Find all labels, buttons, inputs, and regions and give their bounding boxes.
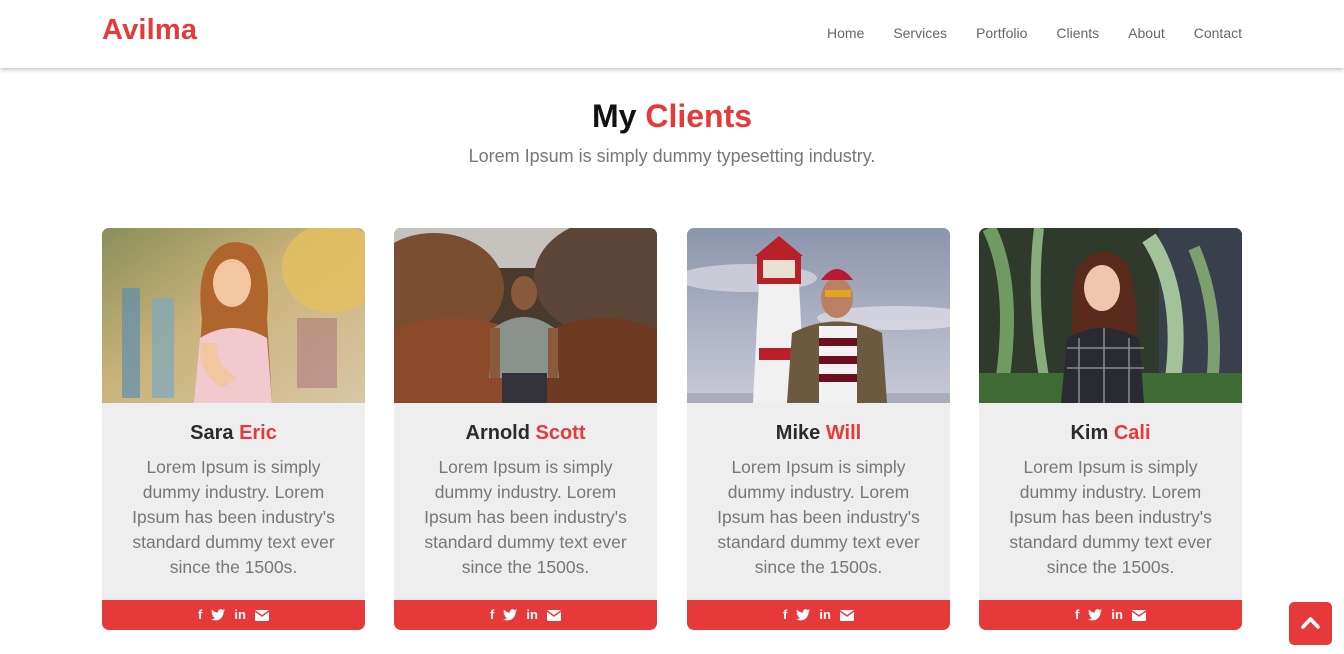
client-card: Arnold Scott Lorem Ipsum is simply dummy…	[394, 228, 657, 630]
client-card: Kim Cali Lorem Ipsum is simply dummy ind…	[979, 228, 1242, 630]
social-bar: f in	[979, 600, 1242, 630]
chevron-up-icon	[1301, 617, 1320, 629]
linkedin-icon[interactable]: in	[819, 608, 831, 622]
main-nav: Home Services Portfolio Clients About Co…	[798, 24, 1242, 42]
section-title: My Clients	[0, 96, 1344, 136]
facebook-icon[interactable]: f	[783, 608, 787, 622]
facebook-icon[interactable]: f	[490, 608, 494, 622]
nav-link-portfolio[interactable]: Portfolio	[976, 24, 1027, 42]
facebook-icon[interactable]: f	[1075, 608, 1079, 622]
linkedin-icon[interactable]: in	[526, 608, 538, 622]
navbar: Avilma Home Services Portfolio Clients A…	[0, 0, 1344, 68]
brand-logo[interactable]: Avilma	[102, 14, 197, 47]
nav-link-clients[interactable]: Clients	[1056, 24, 1099, 42]
client-card: Mike Will Lorem Ipsum is simply dummy in…	[687, 228, 950, 630]
client-first-name: Sara	[190, 422, 234, 444]
client-first-name: Arnold	[465, 422, 530, 444]
client-photo	[687, 228, 950, 403]
client-first-name: Kim	[1070, 422, 1109, 444]
client-card: Sara Eric Lorem Ipsum is simply dummy in…	[102, 228, 365, 630]
envelope-icon[interactable]	[1131, 608, 1146, 622]
nav-link-contact[interactable]: Contact	[1194, 24, 1242, 42]
client-description: Lorem Ipsum is simply dummy industry. Lo…	[1009, 457, 1212, 577]
nav-link-services[interactable]: Services	[893, 24, 947, 42]
client-description: Lorem Ipsum is simply dummy industry. Lo…	[424, 457, 627, 577]
client-name: Mike Will	[687, 421, 950, 445]
client-description: Lorem Ipsum is simply dummy industry. Lo…	[717, 457, 920, 577]
social-bar: f in	[394, 600, 657, 630]
client-description: Lorem Ipsum is simply dummy industry. Lo…	[132, 457, 335, 577]
linkedin-icon[interactable]: in	[234, 608, 246, 622]
twitter-icon[interactable]	[1088, 608, 1103, 622]
section-subtitle: Lorem Ipsum is simply dummy typesetting …	[468, 146, 876, 166]
client-photo	[394, 228, 657, 403]
social-bar: f in	[102, 600, 365, 630]
envelope-icon[interactable]	[254, 608, 269, 622]
linkedin-icon[interactable]: in	[1111, 608, 1123, 622]
envelope-icon[interactable]	[839, 608, 854, 622]
facebook-icon[interactable]: f	[198, 608, 202, 622]
envelope-icon[interactable]	[546, 608, 561, 622]
section-title-first: My	[591, 98, 637, 134]
client-name: Sara Eric	[102, 421, 365, 445]
twitter-icon[interactable]	[211, 608, 226, 622]
section-title-accent: Clients	[645, 98, 753, 134]
client-name: Kim Cali	[979, 421, 1242, 445]
social-bar: f in	[687, 600, 950, 630]
client-last-name: Will	[825, 422, 862, 444]
client-last-name: Eric	[239, 422, 277, 444]
client-last-name: Scott	[535, 422, 586, 444]
twitter-icon[interactable]	[796, 608, 811, 622]
client-photo	[102, 228, 365, 403]
client-first-name: Mike	[775, 422, 821, 444]
client-name: Arnold Scott	[394, 421, 657, 445]
back-to-top-button[interactable]	[1289, 602, 1332, 645]
twitter-icon[interactable]	[503, 608, 518, 622]
client-photo	[979, 228, 1242, 403]
nav-link-home[interactable]: Home	[827, 24, 864, 42]
client-last-name: Cali	[1113, 422, 1151, 444]
nav-link-about[interactable]: About	[1128, 24, 1165, 42]
